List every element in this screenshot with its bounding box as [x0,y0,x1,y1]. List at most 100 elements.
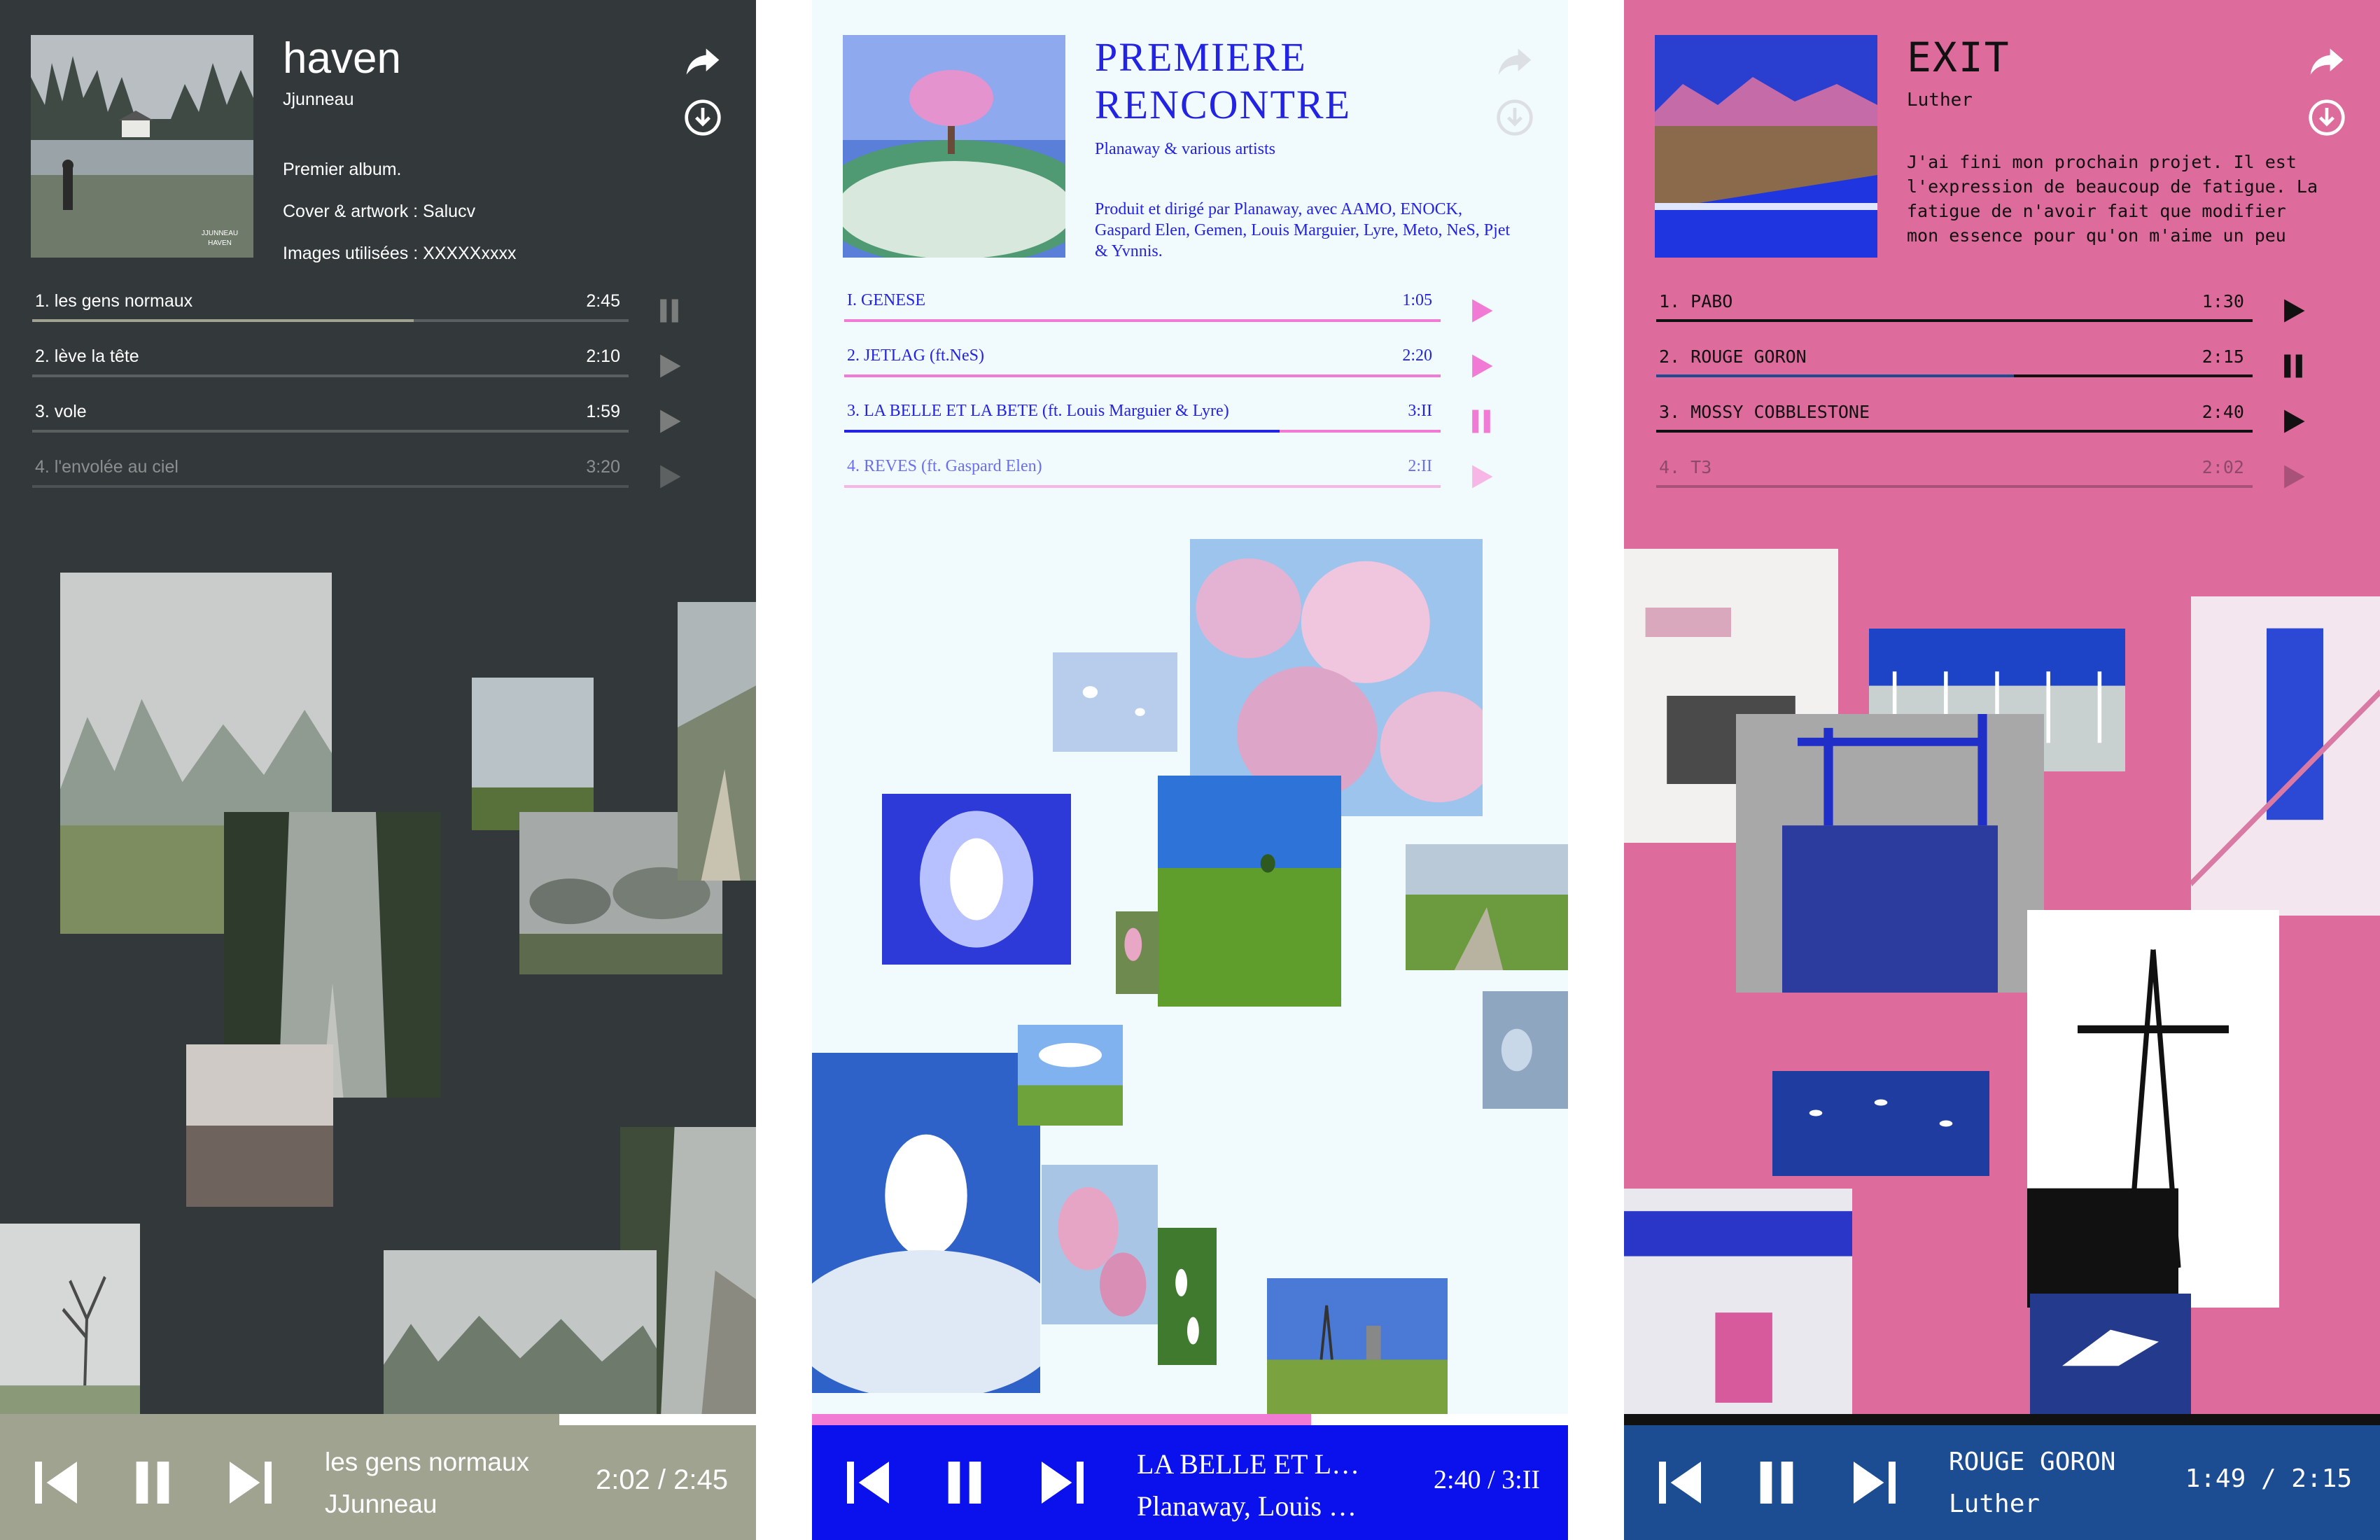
track-row[interactable]: I. GENESE 1:05 [844,286,1502,341]
play-button[interactable] [1466,351,1497,382]
skip-previous-icon [847,1462,889,1504]
download-button[interactable] [680,95,725,140]
track-row[interactable]: 3. LA BELLE ET LA BETE (ft. Louis Margui… [844,396,1502,451]
playback-progress-fill [0,1414,560,1425]
track-progress-bar[interactable] [32,374,629,377]
track-progress-bar[interactable] [1656,430,2253,433]
download-button[interactable] [2304,95,2349,140]
track-progress-bar[interactable] [844,374,1441,377]
track-progress-bar[interactable] [1656,319,2253,322]
track-progress-bar[interactable] [844,430,1441,433]
track-duration: 2:45 [586,291,620,311]
album-panel-premiere-rencontre: PREMIERE RENCONTRE Planaway & various ar… [812,0,1568,1540]
daisies-photo [1158,1228,1217,1365]
track-row[interactable]: 2. lève la tête 2:10 [32,341,690,396]
pause-button[interactable] [937,1455,993,1511]
playback-progress[interactable] [812,1414,1568,1425]
share-icon [686,48,720,75]
skip-next-icon [230,1462,272,1504]
track-progress-bar[interactable] [844,319,1441,322]
album-artist: Planaway & various artists [1095,140,1275,158]
now-playing-time: 2:40 / 3:II [1434,1465,1540,1494]
track-progress-bar [32,485,629,488]
album-title: PREMIERE RENCONTRE [1095,34,1351,127]
track-progress-bar[interactable] [1656,374,2253,377]
track-title: 1. les gens normaux [35,291,193,311]
play-button [654,461,685,492]
album-panel-exit: EXIT Luther J'ai fini mon prochain proje… [1624,0,2380,1540]
play-button[interactable] [2278,295,2309,326]
play-button[interactable] [2278,406,2309,437]
now-playing-time: 1:49 / 2:15 [2185,1464,2352,1493]
track-row[interactable]: 3. vole 1:59 [32,396,690,451]
play-icon [2284,299,2305,323]
coastal-fog-photo [678,602,756,881]
pink-flowers-photo [1116,911,1159,994]
next-button[interactable] [1847,1455,1903,1511]
play-button[interactable] [654,351,685,382]
share-button[interactable] [2304,39,2349,84]
play-button [2278,461,2309,492]
pause-icon [1760,1462,1793,1504]
track-row: 4. REVES (ft. Gaspard Elen) 2:II [844,451,1502,507]
pause-icon [2284,354,2302,378]
now-playing-title: les gens normaux [325,1448,530,1476]
download-button[interactable] [1492,95,1537,140]
park-path-photo [1406,844,1568,970]
pause-button[interactable] [1466,406,1497,437]
now-playing-time: 2:02 / 2:45 [595,1464,728,1495]
track-title: 4. l'envolée au ciel [35,457,178,477]
track-title: 3. vole [35,402,87,421]
pause-button[interactable] [125,1455,181,1511]
track-duration: 2:10 [586,346,620,366]
track-row[interactable]: 1. les gens normaux 2:45 [32,286,690,341]
sparkle-sky-photo [1053,652,1177,752]
play-icon [1472,465,1493,489]
album-title: EXIT [1907,34,2010,81]
pause-button[interactable] [2278,351,2309,382]
track-progress-bar[interactable] [32,430,629,433]
skip-next-icon [1042,1462,1084,1504]
track-row[interactable]: 1. PABO 1:30 [1656,286,2314,341]
playback-progress[interactable] [1624,1414,2380,1425]
track-title: 2. JETLAG (ft.NeS) [847,346,984,365]
photo-collage [0,518,756,1414]
share-icon [1498,48,1532,75]
download-icon [685,99,721,136]
track-row: 4. l'envolée au ciel 3:20 [32,451,690,507]
previous-button[interactable] [28,1455,84,1511]
track-row[interactable]: 3. MOSSY COBBLESTONE 2:40 [1656,396,2314,451]
previous-button[interactable] [1652,1455,1708,1511]
track-row[interactable]: 2. ROUGE GORON 2:15 [1656,341,2314,396]
playback-progress[interactable] [0,1414,756,1425]
album-artist: Jjunneau [283,90,354,109]
share-button[interactable] [1492,39,1537,84]
skip-previous-icon [35,1462,77,1504]
track-row[interactable]: 2. JETLAG (ft.NeS) 2:20 [844,341,1502,396]
pause-button[interactable] [1749,1455,1805,1511]
share-button[interactable] [680,39,725,84]
track-duration: 1:59 [586,402,620,421]
next-button[interactable] [1035,1455,1091,1511]
play-button[interactable] [654,406,685,437]
play-button[interactable] [1466,295,1497,326]
track-duration: 2:20 [1402,346,1432,365]
next-button[interactable] [223,1455,279,1511]
album-cover [1655,35,1877,258]
photo-collage [812,518,1568,1414]
track-progress-bar [844,485,1441,488]
now-playing-artist: JJunneau [325,1490,438,1518]
pause-button[interactable] [654,295,685,326]
pause-icon [948,1462,981,1504]
pink-blossom-photo [1042,1165,1158,1324]
track-title: 4. T3 [1659,457,1712,477]
share-icon [2310,48,2344,75]
track-progress-bar[interactable] [32,319,629,322]
previous-button[interactable] [840,1455,896,1511]
description-line: Cover & artwork : Salucv [283,202,476,221]
track-progress-fill [32,319,414,322]
beach-fog-photo [186,1044,333,1207]
description-line: Images utilisées : XXXXXxxxx [283,244,517,263]
pause-icon [1472,410,1490,433]
svg-text:HAVEN: HAVEN [208,239,232,247]
